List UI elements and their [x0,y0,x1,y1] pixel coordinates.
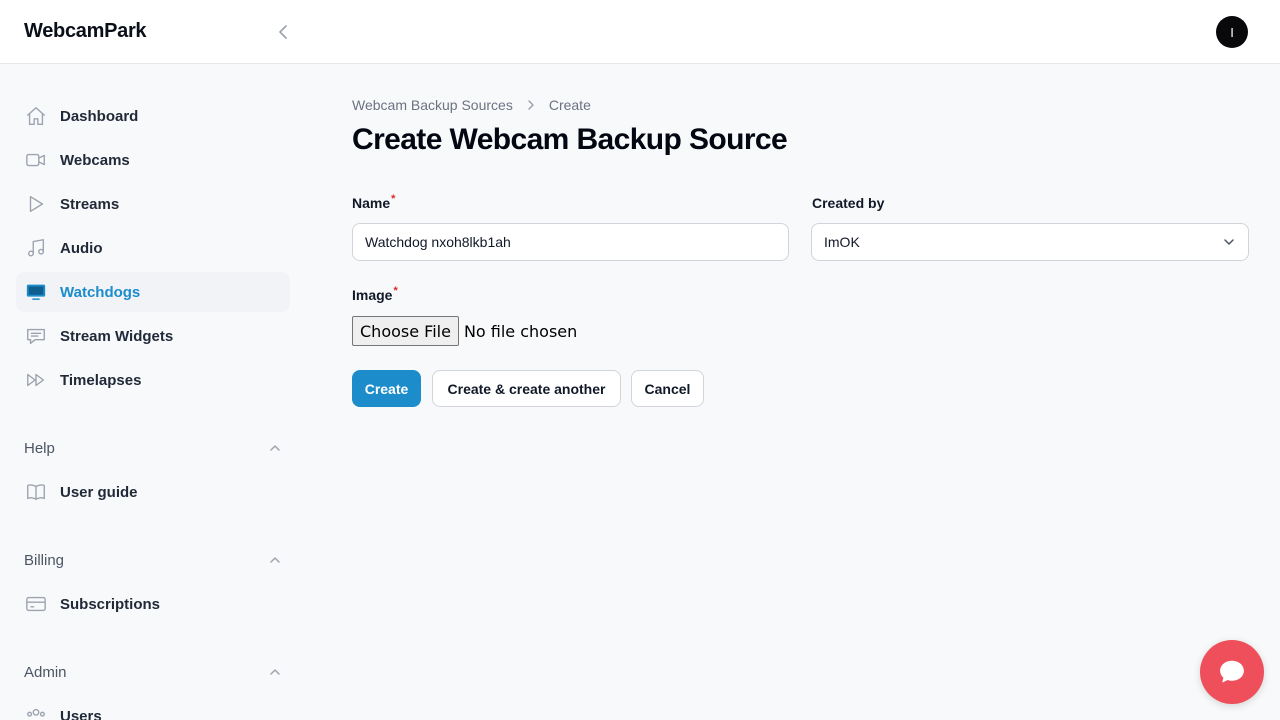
sidebar-item-timelapses[interactable]: Timelapses [16,360,290,400]
chat-icon [1220,660,1244,683]
file-status-text: No file chosen [463,321,578,341]
users-icon [24,704,48,720]
name-input[interactable]: Watchdog nxoh8lkb1ah [352,223,789,261]
breadcrumb-parent-link[interactable]: Webcam Backup Sources [352,97,513,113]
top-bar: WebcamPark I [0,0,1280,64]
sidebar-item-label: Streams [60,195,120,213]
sidebar-item-subscriptions[interactable]: Subscriptions [16,584,290,624]
sidebar-item-label: Stream Widgets [60,327,174,345]
sidebar-item-dashboard[interactable]: Dashboard [16,96,290,136]
chevron-right-icon [525,99,537,111]
image-label-text: Image [352,287,393,303]
chevron-up-icon [270,669,280,675]
sidebar-item-stream-widgets[interactable]: Stream Widgets [16,316,290,356]
sidebar-item-label: Dashboard [60,107,139,125]
choose-file-button[interactable]: Choose File [352,316,459,346]
sidebar-item-label: Watchdogs [60,283,141,301]
play-icon [24,192,48,216]
sidebar-group-help[interactable]: Help [24,436,282,460]
sidebar-item-label: Users [60,707,102,720]
fast-forward-icon [24,368,48,392]
sidebar-item-users[interactable]: Users [16,696,290,720]
sidebar-item-audio[interactable]: Audio [16,228,290,268]
name-field-label: Name* [352,193,396,211]
monitor-icon [24,280,48,304]
collapse-sidebar-button[interactable] [272,20,296,44]
sidebar-item-webcams[interactable]: Webcams [16,140,290,180]
chevron-up-icon [270,445,280,451]
chat-bubble-icon [24,324,48,348]
image-file-input: Choose File No file chosen [352,316,577,346]
chat-support-button[interactable] [1200,640,1264,704]
sidebar-item-watchdogs[interactable]: Watchdogs [16,272,290,312]
sidebar-item-label: Subscriptions [60,595,161,613]
created-by-selected-value: ImOK [824,234,860,250]
page-title: Create Webcam Backup Source [352,123,788,156]
brand-logo[interactable]: WebcamPark [24,20,147,43]
chevron-up-icon [270,557,280,563]
sidebar-group-billing[interactable]: Billing [24,548,282,572]
user-avatar[interactable]: I [1216,16,1248,48]
required-marker: * [393,285,398,297]
sidebar-item-label: Audio [60,239,103,257]
name-input-value: Watchdog nxoh8lkb1ah [365,234,511,250]
name-label-text: Name [352,195,391,211]
created-by-field-label: Created by [812,195,885,211]
sidebar-item-label: User guide [60,483,138,501]
breadcrumb-current: Create [548,97,591,113]
sidebar-group-label: Help [24,439,55,457]
breadcrumb: Webcam Backup Sources Create [352,97,591,113]
sidebar-item-label: Webcams [60,151,130,169]
sidebar-item-user-guide[interactable]: User guide [16,472,290,512]
required-marker: * [391,193,396,205]
create-and-create-another-button[interactable]: Create & create another [432,370,621,407]
sidebar-item-streams[interactable]: Streams [16,184,290,224]
image-field-label: Image* [352,285,398,303]
chevron-down-icon [1224,239,1234,245]
create-button[interactable]: Create [352,370,421,407]
sidebar-group-label: Billing [24,551,65,569]
home-icon [24,104,48,128]
book-icon [24,480,48,504]
sidebar-group-admin[interactable]: Admin [24,660,282,684]
sidebar-item-label: Timelapses [60,371,142,389]
chevron-left-icon [279,25,287,39]
credit-card-icon [24,592,48,616]
created-by-select[interactable]: ImOK [811,223,1249,261]
video-camera-icon [24,148,48,172]
sidebar-group-label: Admin [24,663,67,681]
cancel-button[interactable]: Cancel [631,370,704,407]
sidebar: Dashboard Webcams Streams Audio Watchdog… [0,65,306,720]
music-note-icon [24,236,48,260]
